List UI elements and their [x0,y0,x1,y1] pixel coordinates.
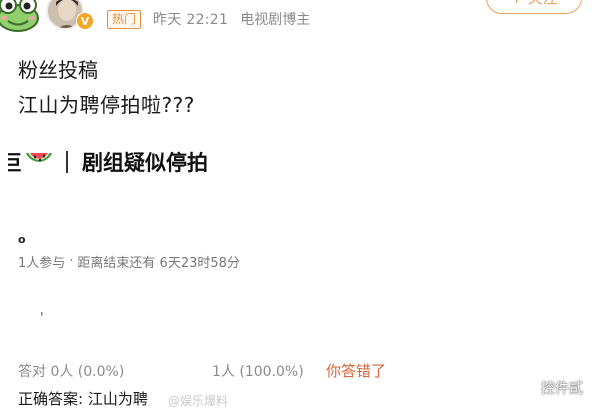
verified-icon: V [76,12,94,30]
correct-answer: 正确答案: 江山为聘 [18,390,148,408]
author-avatar-group[interactable]: V [0,0,96,32]
hot-tag-badge: 热门 [107,9,142,29]
option-marker: o [18,233,26,246]
post-text-line-2: 江山为聘停拍啦??? [18,93,195,117]
participant-count: 1人参与 [18,256,66,271]
post-time: 昨天 22:21 [153,12,229,28]
stats-separator: · [69,254,74,269]
frog-avatar-icon [0,0,39,32]
vote-title: 宇宙巨 剧组疑似停拍 [8,147,208,177]
post-text-line-1: 粉丝投稿 [18,58,98,82]
title-divider [66,151,68,173]
result-status: 你答错了 [326,362,387,380]
brand-logo-icon [523,380,539,396]
brand-watermark: 控件貳 [523,378,583,398]
vote-stats: 1人参与 · 距离结束还有 6天23时58分 [18,252,240,271]
watermelon-icon [26,153,52,162]
stray-mark: ' [40,311,44,326]
vote-deadline: 距离结束还有 6天23时58分 [77,256,240,271]
follow-button[interactable]: + 关注 [486,0,582,14]
post-meta: 热门 昨天 22:21 电视剧博主 [107,8,310,30]
result-wrong-count: 1人 (100.0%) [212,364,304,380]
result-correct-count: 答对 0人 (0.0%) [18,364,125,380]
brand-watermark-text: 控件貳 [541,381,583,397]
vote-title-prefix: 宇宙巨 [8,151,22,175]
author-role: 电视剧博主 [240,12,311,28]
watermark-small: @娱乐爆料 [168,394,229,408]
vote-title-text: 剧组疑似停拍 [82,151,208,175]
